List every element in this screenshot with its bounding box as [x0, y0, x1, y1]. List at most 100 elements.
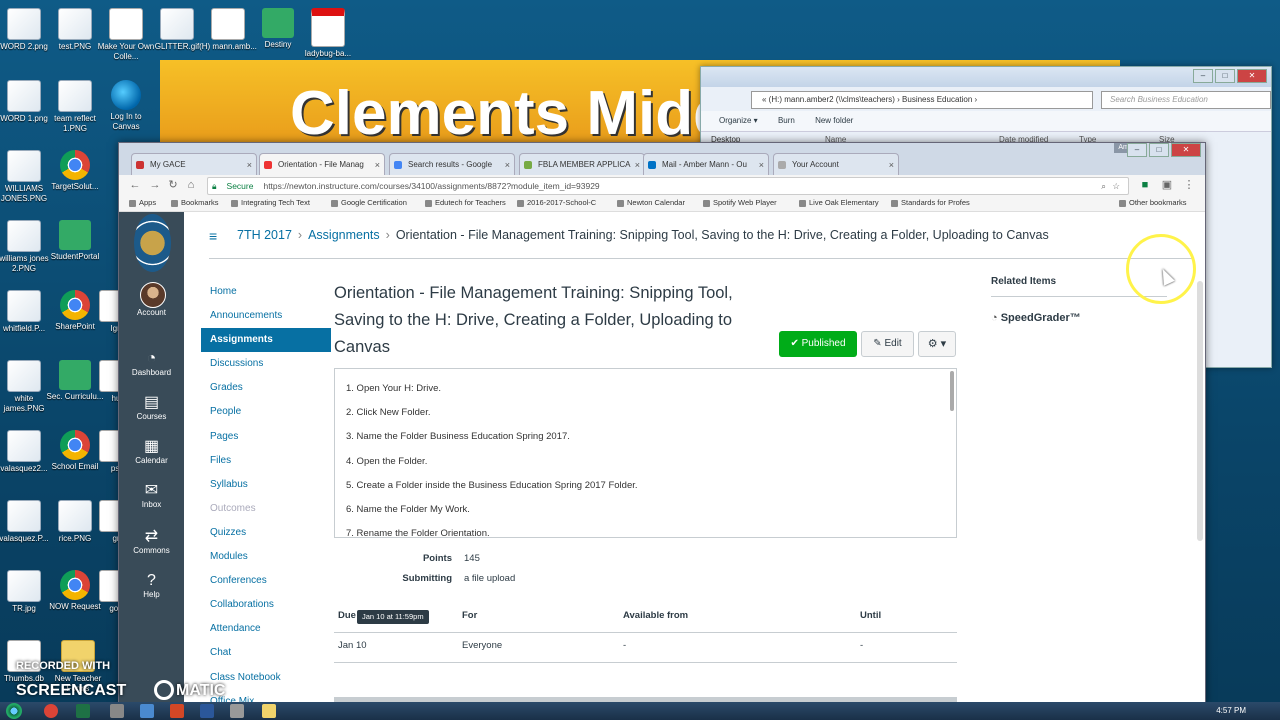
tab-close-icon[interactable]: ×: [889, 154, 894, 175]
course-nav-quizzes[interactable]: Quizzes: [201, 521, 331, 545]
taskbar-snipping-icon[interactable]: [230, 704, 244, 718]
breadcrumb-course[interactable]: 7TH 2017: [237, 228, 292, 242]
tab-close-icon[interactable]: ×: [247, 154, 252, 175]
bookmark-item[interactable]: Spotify Web Player: [703, 195, 777, 211]
reload-icon[interactable]: ↻: [165, 177, 181, 193]
bookmark-label: Newton Calendar: [627, 198, 685, 207]
explorer-address-bar[interactable]: « (H:) mann.amber2 (\\clms\teachers) › B…: [751, 91, 1093, 109]
browser-tab[interactable]: Mail - Amber Mann - Ou ×: [643, 153, 769, 175]
desktop-icon[interactable]: ladybug-ba...: [298, 8, 358, 59]
browser-tab[interactable]: Your Account ×: [773, 153, 899, 175]
new-folder-button[interactable]: New folder: [815, 116, 853, 125]
bookmark-item[interactable]: Standards for Profes: [891, 195, 970, 211]
bookmark-star-icon[interactable]: ☆: [1112, 178, 1120, 194]
minimize-icon[interactable]: –: [1193, 69, 1213, 83]
global-nav-inbox[interactable]: ✉ Inbox: [119, 482, 184, 509]
browser-tab[interactable]: Orientation - File Manag ×: [259, 153, 385, 175]
course-nav-discussions[interactable]: Discussions: [201, 352, 331, 376]
url-text[interactable]: https://newton.instructure.com/courses/3…: [263, 181, 599, 191]
taskbar-chrome-icon[interactable]: [44, 704, 58, 718]
published-button[interactable]: ✔ Published: [779, 331, 857, 357]
course-nav-syllabus[interactable]: Syllabus: [201, 473, 331, 497]
tab-close-icon[interactable]: ×: [759, 154, 764, 175]
taskbar-folder-icon[interactable]: [262, 704, 276, 718]
back-icon[interactable]: ←: [127, 177, 143, 193]
explorer-search-input[interactable]: Search Business Education: [1101, 91, 1271, 109]
taskbar-word-icon[interactable]: [200, 704, 214, 718]
global-nav-help[interactable]: ? Help: [119, 572, 184, 599]
school-logo[interactable]: [134, 214, 171, 272]
burn-button[interactable]: Burn: [778, 116, 795, 125]
bookmark-item[interactable]: Apps: [129, 195, 156, 211]
description-scrollbar[interactable]: [950, 371, 954, 411]
img-file-icon: [7, 80, 41, 112]
bookmark-icon: [617, 199, 624, 207]
taskbar-excel-icon[interactable]: [76, 704, 90, 718]
global-nav-calendar[interactable]: ▦ Calendar: [119, 438, 184, 465]
tab-close-icon[interactable]: ×: [505, 154, 510, 175]
bookmark-item[interactable]: Other bookmarks: [1119, 195, 1187, 211]
zoom-icon[interactable]: ⌕: [1101, 178, 1106, 194]
assignment-description[interactable]: 1. Open Your H: Drive. 2. Click New Folde…: [334, 368, 957, 538]
taskbar-clock: 4:57 PM: [1216, 706, 1246, 715]
extension-icon-2[interactable]: ▣: [1159, 177, 1175, 193]
course-nav-people[interactable]: People: [201, 400, 331, 424]
pdf-file-icon: [311, 8, 345, 47]
page-scrollbar[interactable]: [1197, 281, 1203, 541]
course-nav-attendance[interactable]: Attendance: [201, 617, 331, 641]
maximize-icon[interactable]: □: [1215, 69, 1235, 83]
course-nav-modules[interactable]: Modules: [201, 545, 331, 569]
bookmark-item[interactable]: Integrating Tech Text: [231, 195, 310, 211]
tab-close-icon[interactable]: ×: [375, 154, 380, 175]
forward-icon[interactable]: →: [147, 177, 163, 193]
course-nav-pages[interactable]: Pages: [201, 425, 331, 449]
bookmark-label: Integrating Tech Text: [241, 198, 310, 207]
taskbar-explorer-icon[interactable]: [140, 704, 154, 718]
close-icon[interactable]: ✕: [1171, 143, 1201, 157]
global-nav-commons[interactable]: ⇄ Commons: [119, 528, 184, 555]
menu-kebab-icon[interactable]: ⋮: [1181, 177, 1197, 193]
browser-tab[interactable]: My GACE ×: [131, 153, 257, 175]
avatar[interactable]: [140, 282, 166, 308]
bookmark-item[interactable]: Edutech for Teachers: [425, 195, 506, 211]
tab-close-icon[interactable]: ×: [635, 154, 640, 175]
menu-hamburger-icon[interactable]: ≡: [209, 228, 217, 244]
desktop-icon[interactable]: StudentPortal: [45, 220, 105, 262]
global-nav-dashboard[interactable]: ◔ Dashboard: [119, 350, 184, 377]
organize-button[interactable]: Organize ▾: [719, 116, 758, 125]
close-icon[interactable]: ✕: [1237, 69, 1267, 83]
edit-button[interactable]: ✎ Edit: [861, 331, 914, 357]
home-icon[interactable]: ⌂: [183, 177, 199, 193]
course-nav-announcements[interactable]: Announcements: [201, 304, 331, 328]
global-nav-account[interactable]: Account: [119, 308, 184, 317]
course-nav-grades[interactable]: Grades: [201, 376, 331, 400]
breadcrumb-assignments[interactable]: Assignments: [308, 228, 380, 242]
bookmark-item[interactable]: Google Certification: [331, 195, 407, 211]
taskbar-app-icon[interactable]: [110, 704, 124, 718]
browser-tab[interactable]: Search results - Google ×: [389, 153, 515, 175]
maximize-icon[interactable]: □: [1149, 143, 1169, 157]
course-nav-chat[interactable]: Chat: [201, 641, 331, 665]
course-nav-home[interactable]: Home: [201, 280, 331, 304]
bookmark-item[interactable]: Bookmarks: [171, 195, 219, 211]
settings-gear-button[interactable]: ⚙ ▾: [918, 331, 956, 357]
bookmark-item[interactable]: Newton Calendar: [617, 195, 685, 211]
extension-icon[interactable]: ■: [1137, 177, 1153, 193]
global-nav-courses[interactable]: ▤ Courses: [119, 394, 184, 421]
speedgrader-link[interactable]: ◔ SpeedGrader™: [991, 312, 1081, 324]
course-nav-collaborations[interactable]: Collaborations: [201, 593, 331, 617]
start-button[interactable]: [6, 703, 22, 719]
address-bar[interactable]: 🔒︎ Secure https://newton.instructure.com/c…: [207, 177, 1129, 195]
course-nav-assignments[interactable]: Assignments: [201, 328, 331, 353]
bookmark-item[interactable]: 2016-2017-School-C: [517, 195, 596, 211]
course-nav-files[interactable]: Files: [201, 449, 331, 473]
course-nav-outcomes[interactable]: Outcomes: [201, 497, 331, 521]
bookmark-item[interactable]: Live Oak Elementary: [799, 195, 879, 211]
explorer-titlebar[interactable]: – □ ✕: [701, 67, 1271, 87]
minimize-icon[interactable]: –: [1127, 143, 1147, 157]
course-nav-conferences[interactable]: Conferences: [201, 569, 331, 593]
inbox-icon: ✉: [144, 482, 159, 499]
browser-tab[interactable]: FBLA MEMBER APPLICA ×: [519, 153, 645, 175]
desktop-icon[interactable]: TargetSolut...: [45, 150, 105, 192]
taskbar-powerpoint-icon[interactable]: [170, 704, 184, 718]
